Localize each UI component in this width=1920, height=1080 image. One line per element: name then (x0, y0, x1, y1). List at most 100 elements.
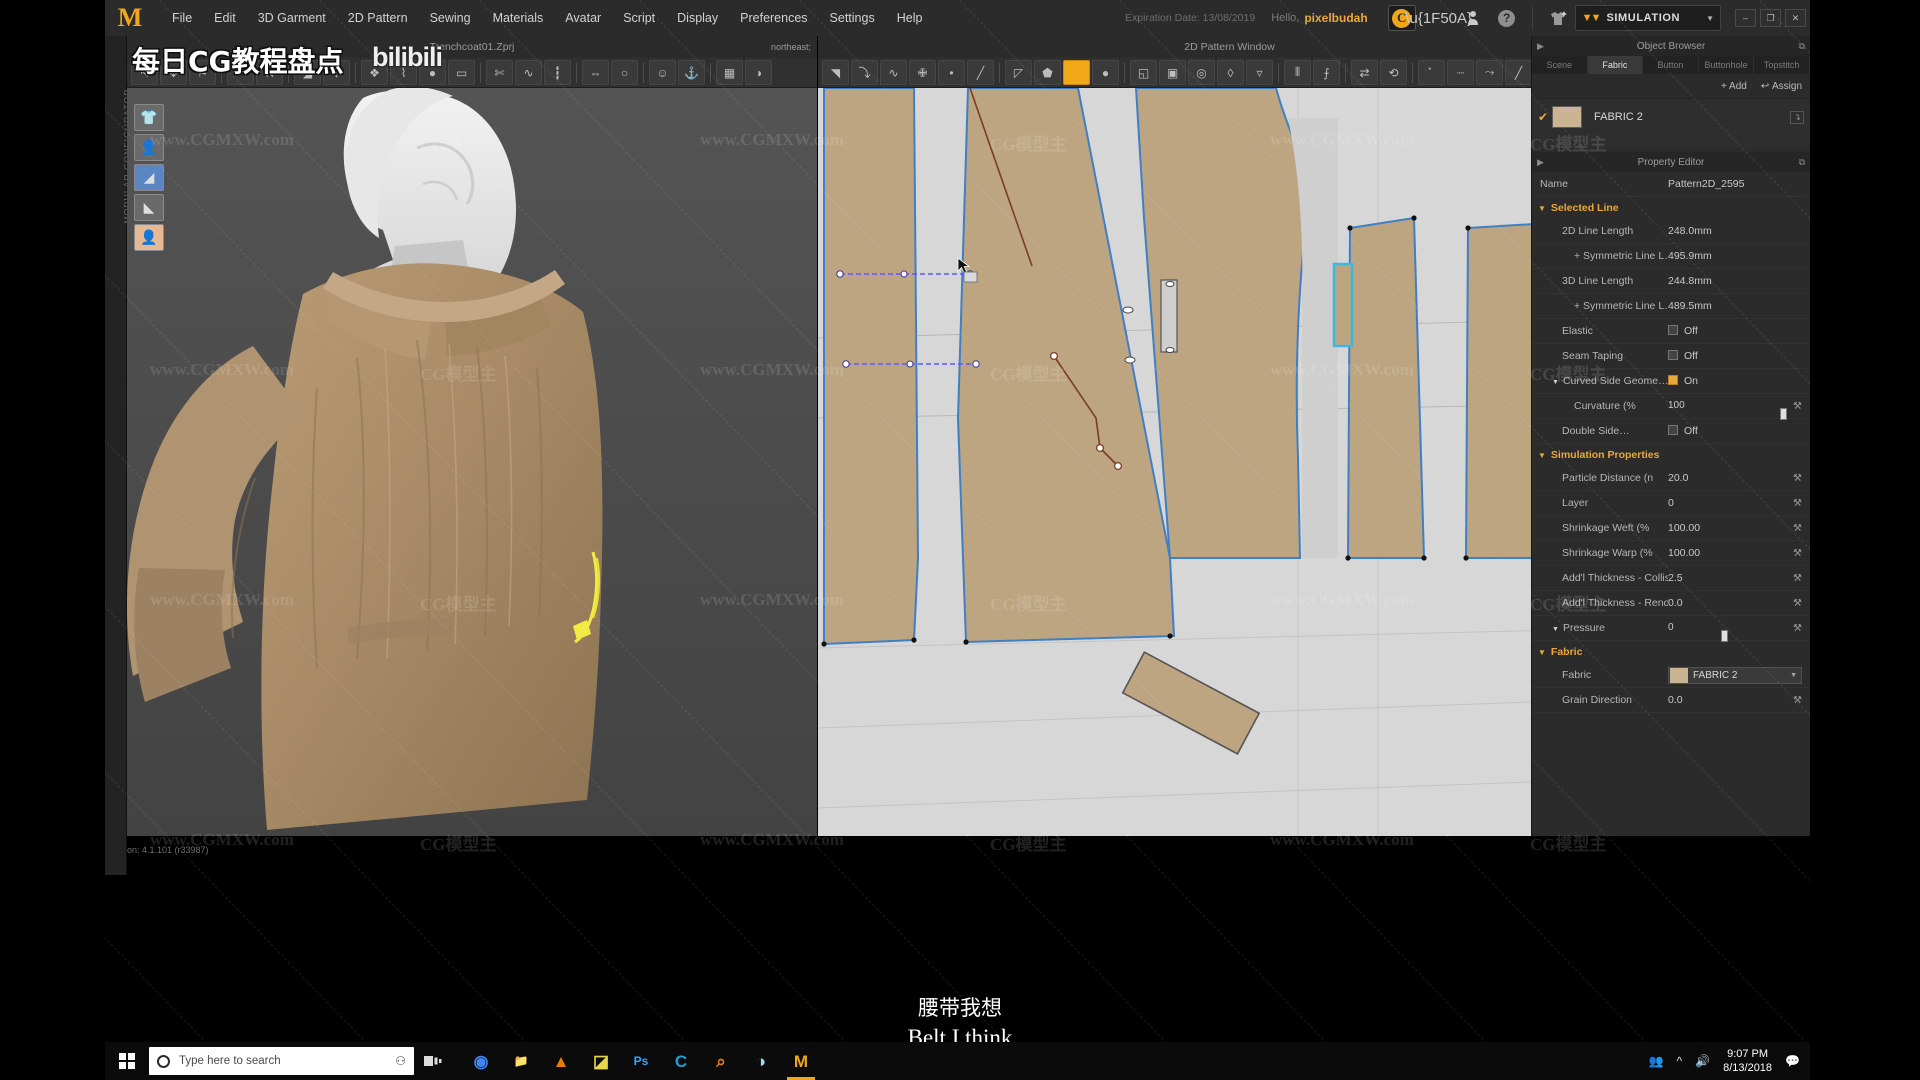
property-gear-icon[interactable]: ⚒ (1793, 401, 1802, 412)
blender-icon[interactable]: ▲ (542, 1042, 580, 1080)
object-browser-expand-icon[interactable]: ⧉ (1799, 41, 1805, 52)
fold-unfold-icon[interactable]: ◸ (1005, 60, 1032, 85)
property-section-selected-line[interactable]: ▼ Selected Line (1532, 197, 1810, 219)
property-gear-icon[interactable]: ⚒ (1793, 695, 1802, 706)
buttonhole-icon[interactable]: ▭ (448, 60, 475, 85)
garment-tool[interactable]: 👕 (134, 104, 164, 131)
3d-viewport[interactable]: 👕 👤 ◢ ◣ 👤 (127, 88, 817, 836)
property-gear-icon[interactable]: ⚒ (1793, 598, 1802, 609)
property-value[interactable]: Off (1668, 425, 1802, 437)
property-editor-expand-icon[interactable]: ⧉ (1799, 157, 1805, 168)
property-checkbox[interactable] (1668, 350, 1678, 360)
show-hidden-icons[interactable]: ^ (1677, 1054, 1683, 1068)
property-row[interactable]: Add'l Thickness - Render 0.0 ⚒ (1532, 591, 1810, 616)
section-toggle-icon[interactable]: ▼ (1538, 451, 1546, 460)
menu-item-2d-pattern[interactable]: 2D Pattern (337, 6, 419, 30)
sew-free-icon[interactable]: ⠁ (1418, 60, 1445, 85)
fold-arrangement-tool[interactable]: ◢ (134, 164, 164, 191)
sew-free-curve-icon[interactable]: ⤳ (1476, 60, 1503, 85)
point-icon[interactable]: • (938, 60, 965, 85)
garment-mode-icon[interactable] (1545, 5, 1571, 31)
property-section-fabric[interactable]: ▼ Fabric (1532, 641, 1810, 663)
property-value[interactable]: Off (1668, 325, 1802, 337)
section-toggle-icon[interactable]: ▼ (1538, 648, 1546, 657)
circumference-icon[interactable]: ○ (611, 60, 638, 85)
menu-item-display[interactable]: Display (666, 6, 729, 30)
property-value[interactable]: Off (1668, 350, 1802, 362)
fabric-dropdown[interactable]: FABRIC 2 ▼ (1668, 666, 1802, 684)
flip-icon[interactable]: ⇄ (1351, 60, 1378, 85)
2d-pattern-canvas[interactable] (818, 88, 1641, 836)
inner-polygon-icon[interactable]: ◱ (1130, 60, 1157, 85)
property-row[interactable]: ▼ Curved Side Geome… On (1532, 369, 1810, 394)
edit-curve-point-icon[interactable]: ∿ (880, 60, 907, 85)
property-row-name[interactable]: Name Pattern2D_2595 (1532, 172, 1810, 197)
property-row[interactable]: Layer 0 ⚒ (1532, 491, 1810, 516)
texture-icon[interactable]: ▦ (716, 60, 743, 85)
property-value[interactable]: 2.5 (1668, 572, 1793, 584)
notes-icon[interactable]: ◪ (582, 1042, 620, 1080)
property-row[interactable]: Grain Direction 0.0 ⚒ (1532, 688, 1810, 713)
rectangle-icon[interactable] (1063, 60, 1090, 85)
account-icon[interactable] (1460, 5, 1486, 31)
render-icon[interactable]: ◑ (745, 60, 772, 85)
property-value[interactable]: 0.0 (1668, 597, 1793, 609)
property-row[interactable]: Double Side… Off (1532, 419, 1810, 444)
inner-rectangle-icon[interactable]: ▣ (1159, 60, 1186, 85)
menu-item-edit[interactable]: Edit (203, 6, 247, 30)
property-gear-icon[interactable]: ⚒ (1793, 473, 1802, 484)
expand-icon[interactable]: northeast; (771, 42, 811, 52)
help-icon[interactable]: ? (1494, 5, 1520, 31)
search-app-icon[interactable]: ⌕ (702, 1042, 740, 1080)
close-button[interactable]: ✕ (1785, 9, 1806, 27)
menu-item-sewing[interactable]: Sewing (419, 6, 482, 30)
property-row[interactable]: Shrinkage Weft (% 100.00 ⚒ (1532, 516, 1810, 541)
volume-icon[interactable]: 🔊 (1695, 1054, 1710, 1068)
menu-item-avatar[interactable]: Avatar (554, 6, 612, 30)
menu-item-help[interactable]: Help (886, 6, 934, 30)
property-row[interactable]: ▼ Pressure 0 ⚒ (1532, 616, 1810, 642)
property-value[interactable]: 20.0 (1668, 472, 1793, 484)
chrome-icon[interactable]: ◉ (462, 1042, 500, 1080)
property-collapse-icon[interactable]: ▶ (1537, 157, 1544, 168)
property-gear-icon[interactable]: ⚒ (1793, 623, 1802, 634)
pleat-icon[interactable]: ⦀ (1284, 60, 1311, 85)
property-row[interactable]: Curvature (% 100 ⚒ (1532, 394, 1810, 420)
chevron-down-icon[interactable]: ▼ (1790, 672, 1801, 679)
property-row[interactable]: Elastic Off (1532, 319, 1810, 344)
measure-icon[interactable]: ⇔ (582, 60, 609, 85)
property-row[interactable]: + Symmetric Line L… 495.9mm (1532, 244, 1810, 269)
add-point-split-icon[interactable]: ✙ (909, 60, 936, 85)
clo-icon[interactable]: C (662, 1042, 700, 1080)
property-value[interactable]: 100.00 (1668, 547, 1793, 559)
ob-list-item[interactable]: ✔ FABRIC 2 ↴ (1532, 104, 1810, 130)
property-editor-body[interactable]: Name Pattern2D_2595 ▼ Selected Line 2D Lin… (1532, 172, 1810, 836)
menu-item-file[interactable]: File (161, 6, 203, 30)
edit-curvature-icon[interactable]: ⤵ (851, 60, 878, 85)
sew-segment-icon[interactable]: ┈ (1447, 60, 1474, 85)
search-input[interactable]: Type here to search ⚇ (149, 1047, 414, 1075)
notch-icon[interactable]: ▿ (1246, 60, 1273, 85)
row-toggle-icon[interactable]: ▼ (1552, 379, 1559, 386)
edit-pattern-icon[interactable]: ◥ (822, 60, 849, 85)
2d-pattern-window[interactable]: 2D Pattern Window ⧉ ◥⤵∿✙•╱◸⬟●◱▣◎◊▿⦀⨍⇄⟲⠁┈… (818, 36, 1641, 836)
property-row[interactable]: Particle Distance (n 20.0 ⚒ (1532, 466, 1810, 491)
property-checkbox[interactable] (1668, 375, 1678, 385)
puckering-icon[interactable]: ∿ (515, 60, 542, 85)
circle-icon[interactable]: ● (1092, 60, 1119, 85)
maximize-button[interactable]: ❐ (1760, 9, 1781, 27)
property-value[interactable]: 0.0 (1668, 694, 1793, 706)
mode-selector[interactable]: ▼▼ SIMULATION ▼ (1574, 5, 1721, 31)
section-toggle-icon[interactable]: ▼ (1538, 204, 1546, 213)
inner-circle-icon[interactable]: ◎ (1188, 60, 1215, 85)
property-row[interactable]: Shrinkage Warp (% 100.00 ⚒ (1532, 541, 1810, 566)
row-toggle-icon[interactable]: ▼ (1552, 626, 1559, 633)
property-section-simulation-properties[interactable]: ▼ Simulation Properties (1532, 444, 1810, 466)
ob-tab-fabric[interactable]: Fabric (1587, 56, 1644, 74)
property-gear-icon[interactable]: ⚒ (1793, 523, 1802, 534)
menu-item-3d-garment[interactable]: 3D Garment (247, 6, 337, 30)
speaker-icon[interactable]: \u{1F50A} (1405, 5, 1472, 31)
task-view-icon[interactable] (414, 1042, 452, 1080)
menu-item-preferences[interactable]: Preferences (729, 6, 818, 30)
topstitch-icon[interactable]: ┇ (544, 60, 571, 85)
